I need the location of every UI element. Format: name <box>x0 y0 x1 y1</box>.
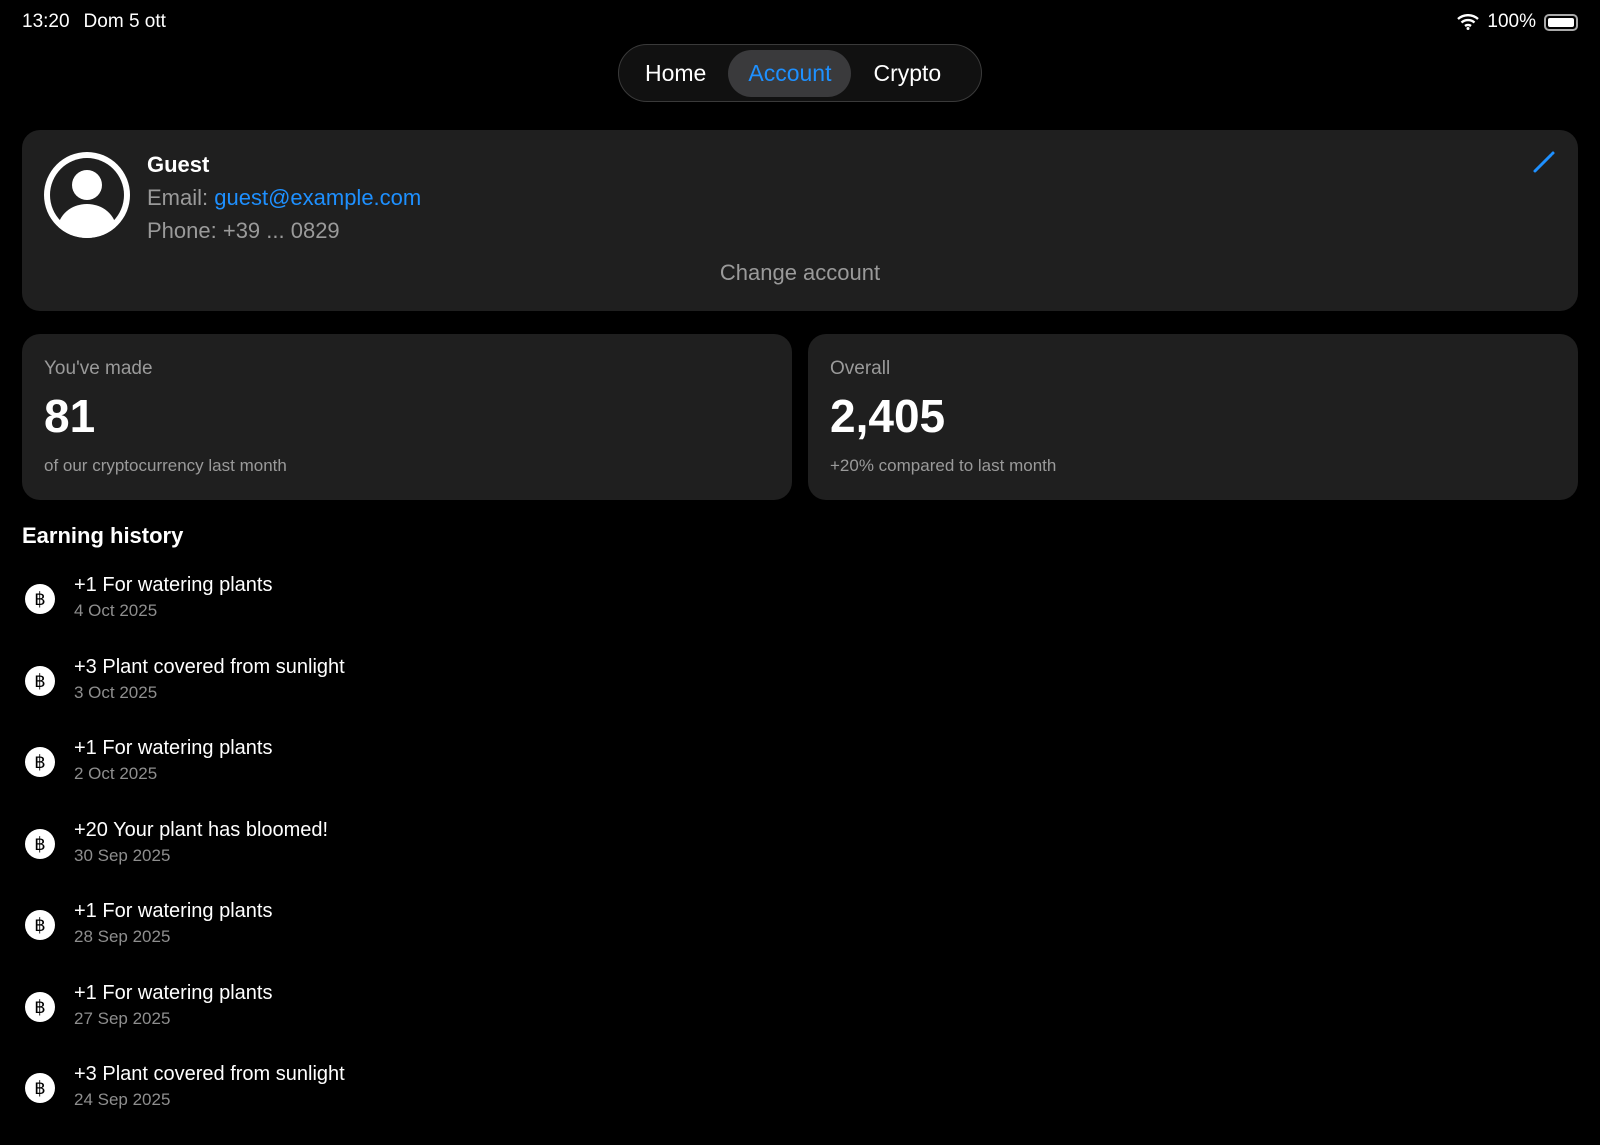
profile-name: Guest <box>147 152 210 177</box>
history-text: +20 Your plant has bloomed! <box>74 818 329 841</box>
bitcoin-icon: ฿ <box>25 828 55 859</box>
stat-subtext: +20% compared to last month <box>830 456 1057 475</box>
segmented-nav: Home Account Crypto <box>618 44 982 102</box>
bitcoin-icon: ฿ <box>25 665 55 696</box>
tab-account[interactable]: Account <box>728 49 852 97</box>
profile-card: Guest Email: guest@example.com Phone: +3… <box>22 130 1578 311</box>
change-account-button[interactable]: Change account <box>22 260 1578 286</box>
bitcoin-icon: ฿ <box>25 910 55 940</box>
bitcoin-icon: ฿ <box>25 1073 55 1103</box>
history-text: +1 For watering plants <box>74 900 273 922</box>
stat-subtext: of our cryptocurrency last month <box>44 456 287 475</box>
edit-pencil-icon[interactable] <box>1532 150 1556 174</box>
profile-email: Email: guest@example.com <box>147 185 421 211</box>
history-text: +1 For watering plants <box>74 981 273 1004</box>
status-date: Dom 5 ott <box>83 11 166 32</box>
bitcoin-icon: ฿ <box>25 991 55 1022</box>
history-date: 4 Oct 2025 <box>74 601 158 620</box>
history-date: 30 Sep 2025 <box>74 845 171 865</box>
bitcoin-icon: ฿ <box>25 747 55 777</box>
stat-card-overall: Overall 2,405 +20% compared to last mont… <box>808 334 1578 500</box>
bitcoin-icon: ฿ <box>25 584 55 614</box>
profile-phone: Phone: +39 ... 0829 <box>147 218 340 243</box>
status-bar: 13:20 Dom 5 ott 100% <box>22 10 1578 34</box>
stat-value: 2,405 <box>830 390 946 442</box>
status-time: 13:20 <box>22 11 70 32</box>
battery-icon <box>1544 13 1578 31</box>
email-link[interactable]: guest@example.com <box>214 185 421 210</box>
email-label: Email: <box>147 185 209 210</box>
tab-home[interactable]: Home <box>625 50 726 97</box>
tab-crypto[interactable]: Crypto <box>853 50 961 97</box>
history-date: 24 Sep 2025 <box>74 1090 171 1109</box>
wifi-icon <box>1457 14 1480 30</box>
history-text: +3 Plant covered from sunlight <box>74 1063 345 1085</box>
history-text: +1 For watering plants <box>74 737 273 759</box>
history-date: 3 Oct 2025 <box>74 682 158 702</box>
history-date: 27 Sep 2025 <box>74 1008 171 1028</box>
battery-percent: 100% <box>1487 11 1536 32</box>
history-text: +3 Plant covered from sunlight <box>74 655 345 678</box>
stat-value: 81 <box>44 390 96 442</box>
earning-history-heading: Earning history <box>22 523 184 548</box>
history-date: 2 Oct 2025 <box>74 764 158 783</box>
history-date: 28 Sep 2025 <box>74 927 171 946</box>
history-text: +1 For watering plants <box>74 574 273 596</box>
avatar <box>44 152 130 238</box>
stat-label: Overall <box>830 358 891 379</box>
stat-label: You've made <box>44 358 153 379</box>
stat-card-made: You've made 81 of our cryptocurrency las… <box>22 334 792 500</box>
